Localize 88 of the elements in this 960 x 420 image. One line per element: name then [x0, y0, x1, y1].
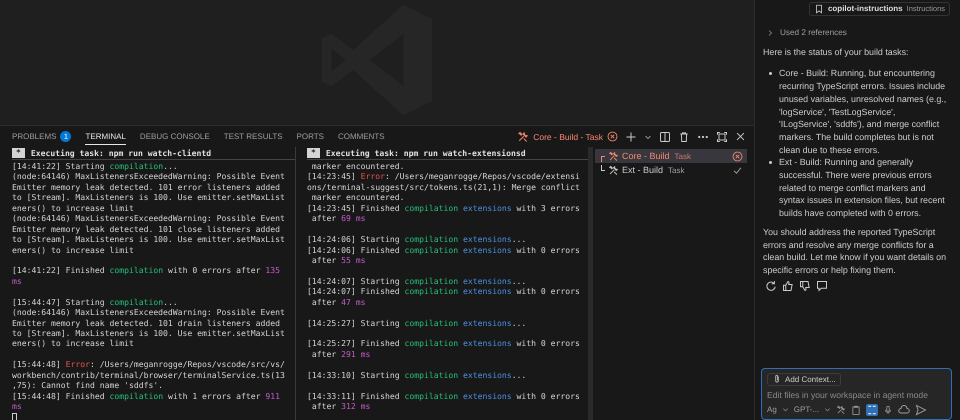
terminal-line: [14:24:06] Finished compilation extensions with 0 errors: [307, 244, 581, 255]
cloud-icon[interactable]: [898, 404, 910, 416]
terminal-line: [14:23:45] Error: /Users/meganrogge/Repos/vscode/extensi: [307, 171, 581, 182]
tools-icon: [517, 130, 530, 142]
trash-icon[interactable]: [678, 130, 690, 142]
terminal-line: [14:24:07] Starting compilation extensions...: [307, 276, 528, 286]
terminal-line: workbench/contrib/terminal/browser/terminalService.ts(13: [12, 370, 286, 380]
panel-tab[interactable]: COMMENTS: [338, 128, 385, 145]
terminal-line: [14:33:11] Finished compilation extensions with 0 errors: [307, 390, 581, 402]
terminal-line: [14:24:07] Finished compilation extensions with 0 errors: [307, 286, 581, 297]
thumbs-up-icon[interactable]: [782, 280, 794, 292]
split-icon[interactable]: [659, 130, 671, 142]
cursor: [12, 412, 17, 420]
mode-picker[interactable]: Ag: [767, 404, 777, 416]
response-text: Here is the status of your build tasks:: [763, 46, 910, 58]
add-context-button[interactable]: Add Context...: [767, 372, 841, 386]
chevron-down-icon[interactable]: [782, 406, 789, 414]
task-header: Executing task: npm run watch-extensionsd: [326, 148, 526, 158]
microphone-icon[interactable]: [883, 404, 894, 415]
thumbs-down-icon[interactable]: [799, 280, 811, 292]
terminal-selector[interactable]: Core - Build - Task: [517, 130, 618, 142]
check-icon: [732, 164, 743, 176]
bullet-dot: [769, 72, 772, 76]
terminal-line: [14:23:45] Finished compilation extensions with 3 errors: [307, 202, 581, 214]
terminal-line: eners() to increase limit: [12, 202, 135, 214]
terminal-line: [14:41:22] Finished compilation with 0 errors after 135: [12, 265, 282, 276]
terminal-line: [14:33:10] Starting compilation extensions...: [307, 370, 528, 380]
panel-tab[interactable]: TERMINAL: [85, 128, 126, 145]
comment-icon[interactable]: [816, 280, 828, 292]
terminal-line: [14:24:06] Starting compilation extensions...: [307, 234, 528, 244]
maximize-icon[interactable]: [716, 130, 728, 142]
terminal-line: [14:41:22] Starting compilation...: [12, 161, 179, 172]
terminal-line: [15:44:48] Error: /Users/meganrogge/Repos/vscode/src/vs/: [12, 359, 286, 370]
chevron-right-icon: [766, 29, 774, 38]
panel-tab[interactable]: DEBUG CONSOLE: [140, 128, 210, 145]
task-header: Executing task: npm run watch-clientd: [30, 148, 212, 158]
terminal-line: marker encountered.: [310, 161, 406, 172]
terminal-line: ms: [12, 276, 23, 286]
response-text: Core - Build: Running, but encountering recurring TypeScript errors. Issues include unused variables, unresolved names (e.g., 'logService', 'TestLogService', 'ILogService', 'sddfs'), and merge conflict markers. The build completes but is not clean due to these errors.: [779, 67, 948, 156]
terminal-line: eners() to increase limit: [12, 338, 135, 349]
tools-icon: [608, 150, 619, 162]
terminal-line: marker encountered.: [310, 192, 406, 203]
retry-icon[interactable]: [765, 280, 777, 292]
terminal-line: Emitter memory leak detected. 101 close listeners added: [12, 224, 282, 234]
terminal-line: (node:64146) MaxListenersExceededWarning: Possible Event: [12, 307, 286, 318]
terminal-line: (node:64146) MaxListenersExceededWarning: Possible Event: [12, 171, 286, 182]
panel-tab[interactable]: PORTS: [296, 128, 324, 145]
terminal-line: eners() to increase limit: [12, 244, 135, 255]
terminal-line: [14:25:27] Starting compilation extensions...: [307, 318, 528, 328]
panel-tab[interactable]: TEST RESULTS: [224, 128, 283, 145]
terminal-line: (node:64146) MaxListenersExceededWarning: Possible Event: [12, 213, 286, 224]
model-picker[interactable]: GPT-...: [794, 404, 820, 416]
terminal-line: [15:44:48] Finished compilation with 1 errors after 911: [12, 390, 282, 402]
agent-icon[interactable]: [866, 404, 878, 416]
plus-icon[interactable]: [625, 130, 637, 142]
terminal-line: [15:44:47] Starting compilation...: [12, 296, 179, 308]
error-icon: [732, 150, 743, 162]
terminal-line: ons/terminal-suggest/src/tokens.ts(21,1): Merge conflict: [307, 182, 581, 192]
close-icon[interactable]: [735, 131, 746, 142]
error-icon: [607, 131, 618, 142]
terminal-line: to [Stream]. MaxListeners is 100. Use emitter.setMaxList: [12, 192, 286, 203]
task-item[interactable]: Core - Build Task: [595, 149, 747, 163]
task-item[interactable]: Ext - Build Task: [595, 163, 747, 177]
chat-input[interactable]: Add Context... Edit files in your workspace in agent mode Ag GPT-...: [761, 368, 952, 420]
terminal-line: to [Stream]. MaxListeners is 100. Use emitter.setMaxList: [12, 234, 286, 244]
terminal-line: ,75): Cannot find name 'sddfs'.: [12, 380, 164, 391]
bookmark-icon: [814, 4, 824, 14]
terminal-line: after 312 ms: [310, 401, 372, 412]
response-text: You should address the reported TypeScript errors and resolve any merge conflicts for a clean build. Let me know if you want details on specific errors or help fixing them.: [763, 226, 948, 277]
terminal-line: after 55 ms: [310, 254, 366, 266]
tools-icon[interactable]: [836, 404, 846, 415]
clipboard-icon[interactable]: [851, 404, 862, 415]
send-icon[interactable]: [915, 404, 928, 416]
response-text: Ext - Build: Running and generally successful. There were previous errors related to merge conflict markers and syntax issues in extension files, but recent builds have completed with 0 errors.: [779, 156, 946, 220]
terminal-line: Emitter memory leak detected. 101 drain listeners added: [12, 318, 282, 328]
task-badge: *: [307, 148, 320, 158]
terminal-line: to [Stream]. MaxListeners is 100. Use emitter.setMaxList: [12, 328, 286, 338]
terminal-line: [14:25:27] Finished compilation extensions with 0 errors: [307, 338, 581, 349]
bullet-dot: [769, 161, 772, 164]
terminal-line: after 47 ms: [310, 296, 366, 308]
tools-icon: [608, 164, 619, 176]
terminal-line: after 291 ms: [310, 348, 372, 360]
references-toggle[interactable]: Used 2 references: [763, 27, 950, 40]
task-badge: *: [12, 148, 25, 158]
chevron-down-icon[interactable]: [824, 406, 832, 414]
terminal-line: ms: [12, 401, 23, 412]
terminal-line: Emitter memory leak detected. 101 error listeners added: [12, 182, 282, 192]
terminal-line: after 69 ms: [310, 213, 366, 224]
